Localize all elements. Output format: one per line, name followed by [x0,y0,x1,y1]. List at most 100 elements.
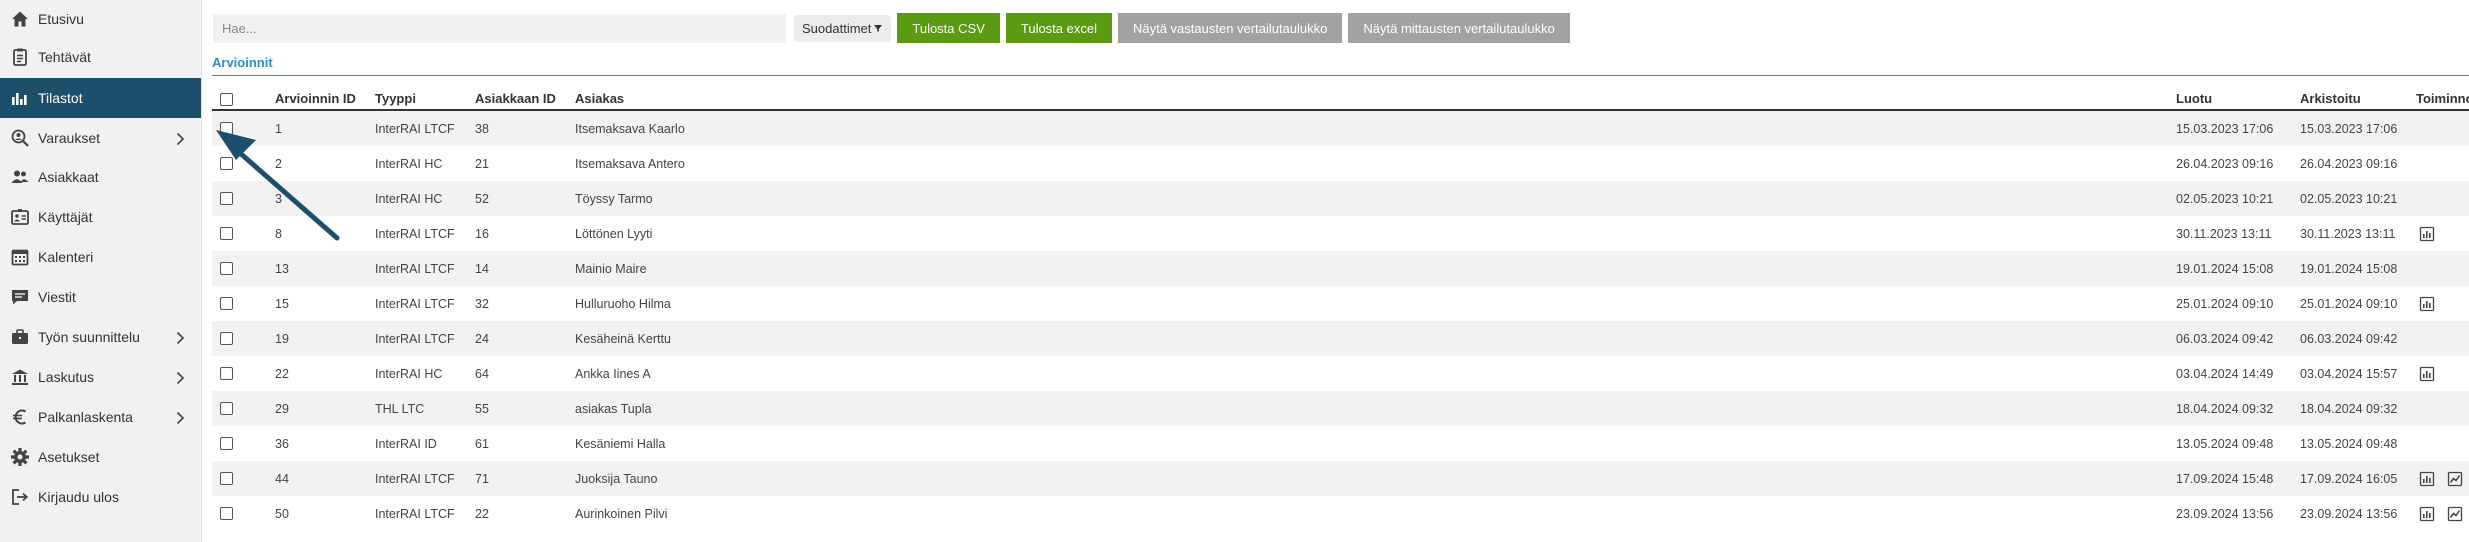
sidebar-item-users[interactable]: Asiakkaat [0,158,201,196]
answers-comparison-button[interactable]: Näytä vastausten vertailutaulukko [1117,13,1343,43]
report-icon[interactable] [2419,506,2435,522]
row-checkbox[interactable] [220,507,233,520]
table-row[interactable]: 13 InterRAI LTCF 14 Mainio Maire 19.01.2024 … [212,251,2469,286]
cell-customer-id: 16 [475,226,489,241]
sidebar-item-euro[interactable]: Palkanlaskenta [0,398,201,436]
measures-comparison-button[interactable]: Näytä mittausten vertailutaulukko [1348,13,1570,43]
cell-id: 8 [275,226,282,241]
header-created[interactable]: Luotu [2176,88,2212,109]
row-checkbox[interactable] [220,367,233,380]
cell-customer: Hulluruoho Hilma [575,296,671,311]
calendar-icon [10,247,30,267]
sidebar-item-briefcase[interactable]: Työn suunnittelu [0,318,201,356]
sidebar-item-stats[interactable]: Tilastot [0,78,201,118]
cell-customer: Itsemaksava Kaarlo [575,121,685,136]
table-row[interactable]: 44 InterRAI LTCF 71 Juoksija Tauno 17.09.202… [212,461,2469,496]
cell-id: 29 [275,401,289,416]
cell-archived: 06.03.2024 09:42 [2300,331,2398,346]
main-content: Suodattimet Tulosta CSV Tulosta excel Nä… [203,0,2469,542]
id-card-icon [10,207,30,227]
cell-customer-id: 24 [475,331,489,346]
cell-action [2419,216,2435,251]
row-checkbox[interactable] [220,227,233,240]
report-icon[interactable] [2419,226,2435,242]
sidebar-item-bank[interactable]: Laskutus [0,358,201,396]
table-row[interactable]: 1 InterRAI LTCF 38 Itsemaksava Kaarlo 15.03.… [212,111,2469,146]
cell-action [2447,461,2463,496]
sidebar-item-gear[interactable]: Asetukset [0,438,201,476]
sidebar-item-calendar[interactable]: Kalenteri [0,238,201,276]
cell-customer-id: 14 [475,261,489,276]
cell-created: 23.09.2024 13:56 [2176,506,2274,521]
row-checkbox[interactable] [220,262,233,275]
sidebar-item-label: Työn suunnittelu [38,329,140,345]
cell-created: 13.05.2024 09:48 [2176,436,2274,451]
row-checkbox[interactable] [220,332,233,345]
header-customer[interactable]: Asiakas [575,88,624,109]
row-checkbox[interactable] [220,192,233,205]
header-customer-id[interactable]: Asiakkaan ID [475,88,556,109]
sidebar-item-id-card[interactable]: Käyttäjät [0,198,201,236]
table-row[interactable]: 8 InterRAI LTCF 16 Löttönen Lyyti 30.11.2023… [212,216,2469,251]
home-icon [10,9,30,29]
print-csv-button[interactable]: Tulosta CSV [897,13,1000,43]
cell-customer-id: 71 [475,471,489,486]
cell-created: 25.01.2024 09:10 [2176,296,2274,311]
cell-id: 2 [275,156,282,171]
table-row[interactable]: 19 InterRAI LTCF 24 Kesäheinä Kerttu 06.03.2… [212,321,2469,356]
euro-icon [10,407,30,427]
sidebar-item-search-person[interactable]: Varaukset [0,119,201,157]
report-icon[interactable] [2419,471,2435,487]
table-row[interactable]: 3 InterRAI HC 52 Töyssy Tarmo 02.05.2023 10:… [212,181,2469,216]
row-checkbox[interactable] [220,297,233,310]
cell-type: InterRAI ID [375,436,437,451]
cell-archived: 18.04.2024 09:32 [2300,401,2398,416]
header-actions: Toiminnot [2416,91,2469,106]
print-excel-button[interactable]: Tulosta excel [1005,13,1112,43]
sidebar-item-home[interactable]: Etusivu [0,0,201,38]
cell-created: 02.05.2023 10:21 [2176,191,2274,206]
row-checkbox[interactable] [220,472,233,485]
row-checkbox[interactable] [220,157,233,170]
sidebar-item-message[interactable]: Viestit [0,278,201,316]
cell-id: 22 [275,366,289,381]
row-checkbox[interactable] [220,122,233,135]
row-checkbox-cell [220,391,233,426]
table-row[interactable]: 36 InterRAI ID 61 Kesäniemi Halla 13.05.2024… [212,426,2469,461]
trend-icon[interactable] [2447,506,2463,522]
table-row[interactable]: 22 InterRAI HC 64 Ankka Iines A 03.04.2024 1… [212,356,2469,391]
table-row[interactable]: 15 InterRAI LTCF 32 Hulluruoho Hilma 25.01.2… [212,286,2469,321]
sidebar-item-label: Tehtävät [38,49,91,65]
filter-icon [873,23,883,33]
section-divider [212,75,2469,76]
cell-type: InterRAI LTCF [375,296,455,311]
sidebar-item-logout[interactable]: Kirjaudu ulos [0,478,201,516]
select-all-checkbox[interactable] [220,93,233,106]
table-row[interactable]: 29 THL LTC 55 asiakas Tupla 18.04.2024 09:32… [212,391,2469,426]
cell-created: 17.09.2024 15:48 [2176,471,2274,486]
row-checkbox-cell [220,216,233,251]
row-checkbox-cell [220,461,233,496]
cell-created: 30.11.2023 13:11 [2176,226,2272,241]
row-checkbox[interactable] [220,437,233,450]
table-row[interactable]: 2 InterRAI HC 21 Itsemaksava Antero 26.04.20… [212,146,2469,181]
sidebar: Etusivu Tehtävät Tilastot Varaukset Asiakkaa… [0,0,202,542]
sidebar-item-label: Tilastot [38,90,83,106]
header-archived[interactable]: Arkistoitu [2300,88,2361,109]
trend-icon[interactable] [2447,471,2463,487]
row-checkbox[interactable] [220,402,233,415]
header-type[interactable]: Tyyppi [375,88,416,109]
report-icon[interactable] [2419,366,2435,382]
report-icon[interactable] [2419,296,2435,312]
cell-action [2419,461,2435,496]
row-checkbox-cell [220,321,233,356]
cell-id: 15 [275,296,289,311]
search-input[interactable] [213,13,786,43]
table-row[interactable]: 50 InterRAI LTCF 22 Aurinkoinen Pilvi 23.09.… [212,496,2469,531]
cell-archived: 03.04.2024 15:57 [2300,366,2398,381]
sidebar-item-tasks[interactable]: Tehtävät [0,38,201,76]
cell-customer-id: 38 [475,121,489,136]
header-id[interactable]: Arvioinnin ID [275,88,356,109]
filters-button[interactable]: Suodattimet [794,14,892,42]
cell-id: 19 [275,331,289,346]
